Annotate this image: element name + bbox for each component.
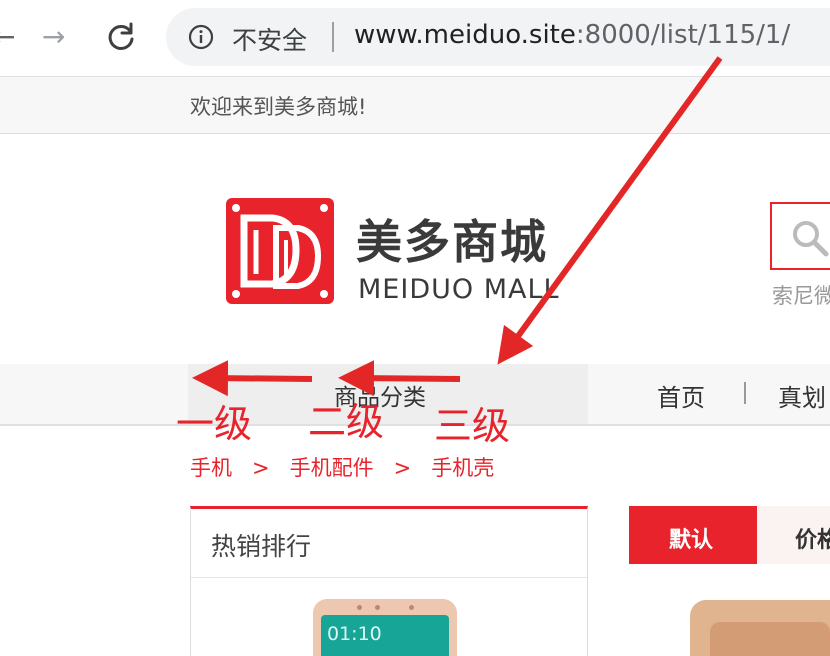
welcome-text: 欢迎来到美多商城!	[190, 95, 367, 119]
category-navbar: 商品分类 首页 真划	[0, 364, 830, 426]
logo-subtitle: MEIDUO MALL	[358, 274, 560, 305]
breadcrumb: 手机 > 手机配件 > 手机壳	[190, 452, 494, 482]
sort-default-label: 默认	[669, 528, 714, 553]
logo-title[interactable]: 美多商城	[356, 206, 548, 272]
breadcrumb-item-level2[interactable]: 手机配件	[290, 452, 374, 482]
sort-price-tab[interactable]: 价格	[757, 506, 830, 564]
nav-divider	[744, 382, 746, 404]
arrow-left-icon[interactable]: ←	[0, 20, 15, 54]
search-icon[interactable]	[790, 218, 830, 258]
sort-default-tab[interactable]: 默认	[629, 506, 757, 564]
info-icon[interactable]	[188, 24, 214, 50]
url-host: www.meiduo.site	[354, 20, 576, 50]
phone-screen: 01:10	[321, 615, 449, 656]
reload-icon[interactable]	[106, 22, 136, 52]
url-text[interactable]: www.meiduo.site:8000/list/115/1/	[354, 20, 790, 50]
breadcrumb-item-level1[interactable]: 手机	[190, 452, 232, 482]
phone-sensor	[375, 605, 380, 610]
hot-sales-panel: 热销排行 01:10	[190, 506, 588, 656]
phone-screen-time: 01:10	[327, 623, 382, 645]
annotation-level3: 三级	[434, 404, 511, 448]
address-divider	[332, 22, 334, 52]
site-topbar: 欢迎来到美多商城!	[0, 76, 830, 134]
nav-link[interactable]: 真划	[778, 378, 826, 413]
nav-home-link[interactable]: 首页	[657, 378, 705, 413]
meiduo-logo-icon[interactable]	[226, 198, 334, 304]
url-path: :8000/list/115/1/	[575, 20, 791, 50]
breadcrumb-item-level3[interactable]: 手机壳	[431, 452, 494, 482]
phone-sensor	[409, 605, 414, 610]
arrow-right-icon[interactable]: →	[42, 20, 74, 54]
page: ← → 不安全 www.meiduo.site:8000/list/115/1/…	[0, 0, 830, 656]
annotation-level2: 二级	[308, 400, 385, 444]
hot-sales-title: 热销排行	[211, 532, 312, 561]
hot-product-image[interactable]: 01:10	[313, 599, 457, 656]
address-bar[interactable]: 不安全 www.meiduo.site:8000/list/115/1/	[166, 8, 830, 66]
phone-camera	[357, 605, 362, 610]
product-image-detail	[710, 622, 830, 656]
security-status-label[interactable]: 不安全	[232, 21, 307, 57]
search-input[interactable]	[770, 202, 830, 270]
hot-sales-header: 热销排行	[191, 509, 587, 578]
breadcrumb-separator: >	[252, 456, 270, 480]
sort-price-label: 价格	[795, 528, 830, 553]
browser-toolbar: ← → 不安全 www.meiduo.site:8000/list/115/1/	[0, 0, 830, 76]
annotation-level1: 一级	[176, 402, 253, 446]
product-image[interactable]	[690, 600, 830, 656]
search-hot-keyword[interactable]: 索尼微	[772, 280, 830, 310]
breadcrumb-separator: >	[393, 456, 412, 480]
